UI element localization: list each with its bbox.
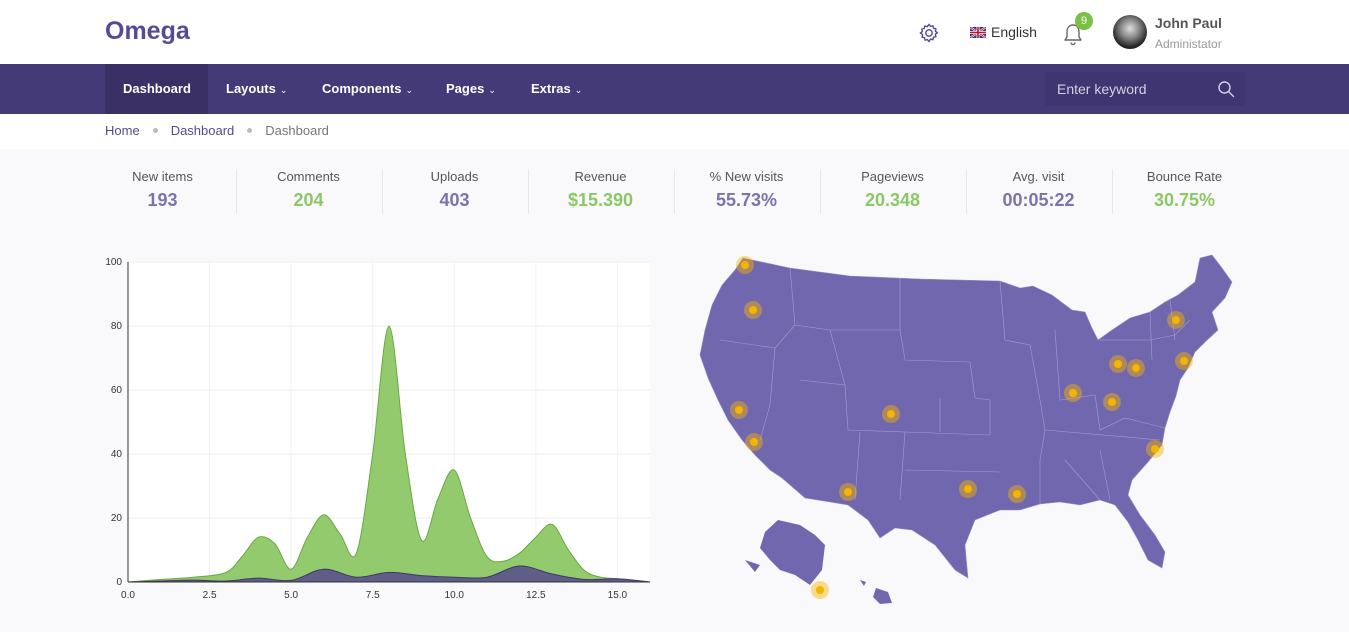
- map-marker[interactable]: [1167, 311, 1185, 329]
- map-marker[interactable]: [1008, 485, 1026, 503]
- alaska-shape: [745, 520, 825, 585]
- map-marker[interactable]: [1175, 352, 1193, 370]
- map-marker[interactable]: [839, 483, 857, 501]
- map-marker[interactable]: [745, 433, 763, 451]
- map-marker[interactable]: [730, 401, 748, 419]
- map-marker[interactable]: [1064, 384, 1082, 402]
- map-marker[interactable]: [1109, 355, 1127, 373]
- map-marker[interactable]: [744, 301, 762, 319]
- dashboard-content: New items 193 Comments 204 Uploads 403 Revenue…: [0, 149, 1349, 632]
- us-map: [699, 254, 1233, 604]
- map-marker[interactable]: [959, 480, 977, 498]
- map-marker[interactable]: [736, 256, 754, 274]
- map-marker[interactable]: [1146, 440, 1164, 458]
- map-marker[interactable]: [1127, 359, 1145, 377]
- map-marker[interactable]: [882, 405, 900, 423]
- hawaii-shape: [860, 580, 892, 604]
- map-marker[interactable]: [811, 581, 829, 599]
- map-marker[interactable]: [1103, 393, 1121, 411]
